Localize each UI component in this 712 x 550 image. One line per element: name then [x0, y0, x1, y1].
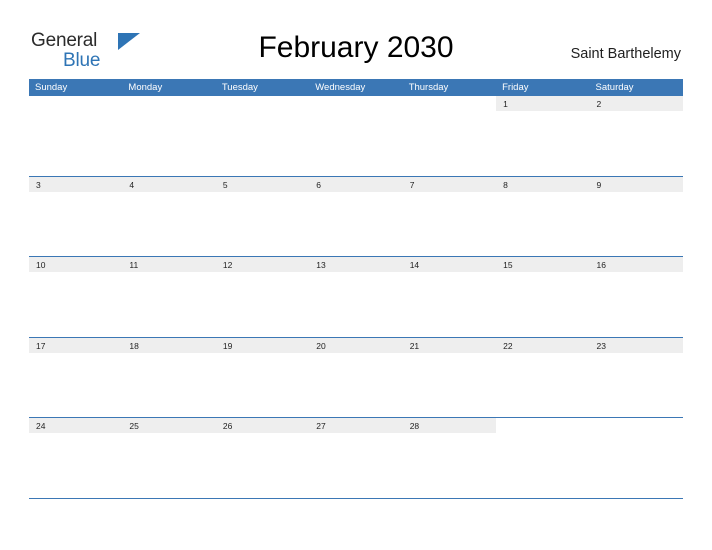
calendar-day-cell[interactable]: 12: [215, 257, 310, 337]
day-band: [309, 96, 402, 111]
calendar-day-cell[interactable]: [309, 96, 402, 176]
day-of-week-saturday: Saturday: [595, 82, 634, 93]
calendar-day-cell[interactable]: 11: [122, 257, 216, 337]
day-number: 28: [409, 421, 420, 431]
page-header: General Blue February 2030 Saint Barthel…: [0, 0, 712, 78]
day-band: [122, 96, 215, 111]
calendar-day-cell[interactable]: 21: [402, 337, 497, 418]
day-number: 1: [503, 99, 508, 109]
calendar-day-cell[interactable]: 2: [589, 96, 683, 176]
calendar-day-cell[interactable]: 26: [215, 418, 310, 498]
calendar-day-cell[interactable]: 17: [29, 337, 123, 418]
day-of-week-wednesday: Wednesday: [315, 82, 366, 93]
calendar-day-cell[interactable]: 1: [496, 96, 590, 176]
day-number: 16: [596, 260, 606, 270]
calendar-grid: Sunday Monday Tuesday Wednesday Thursday…: [29, 79, 683, 499]
calendar-day-cell[interactable]: 19: [215, 337, 310, 418]
calendar-day-cell[interactable]: 7: [402, 176, 497, 257]
calendar-day-cell[interactable]: 14: [402, 257, 497, 337]
day-band: [215, 176, 310, 192]
day-band: [590, 418, 683, 433]
calendar-day-cell[interactable]: 6: [309, 176, 403, 257]
day-band: [496, 176, 590, 192]
day-of-week-header-row: Sunday Monday Tuesday Wednesday Thursday…: [29, 79, 683, 96]
day-band: [29, 96, 122, 111]
calendar-day-cell[interactable]: [403, 96, 496, 176]
calendar-week-row: 3 4 5 6 7 8 9: [29, 176, 683, 257]
day-of-week-tuesday: Tuesday: [221, 82, 258, 93]
day-number: 15: [503, 260, 513, 270]
calendar-day-cell[interactable]: 16: [589, 257, 683, 337]
calendar-day-cell[interactable]: 18: [122, 337, 216, 418]
day-number: 12: [222, 260, 233, 270]
day-number: 9: [596, 179, 602, 190]
day-of-week-sunday: Sunday: [35, 82, 68, 93]
calendar-day-cell[interactable]: 27: [309, 418, 403, 498]
day-number: 24: [36, 421, 46, 431]
calendar-day-cell[interactable]: 22: [496, 337, 590, 418]
day-number: 20: [316, 340, 326, 351]
day-band: [309, 176, 403, 192]
day-band: [589, 176, 683, 192]
day-number: 13: [316, 260, 326, 270]
calendar-day-cell[interactable]: 4: [122, 176, 216, 257]
day-band: [216, 96, 309, 111]
calendar-week-row: 24 25 26 27 28: [29, 418, 683, 499]
calendar-day-cell[interactable]: [29, 96, 122, 176]
day-number: 22: [503, 340, 513, 351]
day-band: [496, 96, 590, 111]
calendar-day-cell[interactable]: 13: [309, 257, 403, 337]
calendar-day-cell[interactable]: [590, 418, 683, 498]
calendar-day-cell[interactable]: 10: [29, 257, 123, 337]
day-of-week-monday: Monday: [128, 82, 163, 93]
day-number: 10: [36, 260, 46, 270]
day-number: 27: [316, 421, 326, 431]
day-number: 4: [129, 179, 135, 190]
day-number: 23: [596, 340, 606, 351]
calendar-day-cell[interactable]: 23: [589, 337, 683, 418]
calendar-day-cell[interactable]: 25: [122, 418, 216, 498]
day-band: [122, 176, 216, 192]
day-number: 14: [409, 260, 420, 270]
calendar-day-cell[interactable]: 9: [589, 176, 683, 257]
calendar-day-cell[interactable]: 28: [402, 418, 497, 498]
day-band: [402, 176, 497, 192]
day-band: [589, 96, 683, 111]
calendar-week-row: 17 18 19 20 21 22 23: [29, 337, 683, 418]
calendar-day-cell[interactable]: 20: [309, 337, 403, 418]
calendar-day-cell[interactable]: 15: [496, 257, 590, 337]
day-number: 21: [409, 340, 420, 351]
day-number: 7: [409, 179, 415, 190]
day-number: 17: [36, 340, 46, 351]
calendar-week-row: 1 2: [29, 96, 683, 177]
calendar-day-cell[interactable]: [122, 96, 215, 176]
page-subtitle: Saint Barthelemy: [570, 46, 681, 62]
calendar-day-cell[interactable]: 5: [215, 176, 310, 257]
day-number: 6: [316, 179, 321, 190]
day-number: 26: [222, 421, 233, 431]
day-number: 3: [36, 179, 41, 190]
calendar-day-cell[interactable]: 24: [29, 418, 123, 498]
calendar-day-cell[interactable]: [216, 96, 309, 176]
calendar-day-cell[interactable]: 3: [29, 176, 123, 257]
day-band: [496, 418, 589, 433]
day-number: 5: [222, 179, 228, 190]
calendar-page: General Blue February 2030 Saint Barthel…: [0, 0, 712, 550]
day-band: [29, 176, 123, 192]
day-number: 8: [503, 179, 508, 190]
day-band: [403, 96, 496, 111]
calendar-day-cell[interactable]: [496, 418, 589, 498]
calendar-week-row: 10 11 12 13 14 15 16: [29, 257, 683, 338]
calendar-day-cell[interactable]: 8: [496, 176, 590, 257]
day-number: 18: [129, 340, 139, 351]
day-of-week-thursday: Thursday: [408, 82, 449, 93]
day-number: 2: [596, 99, 602, 109]
day-number: 25: [129, 421, 139, 431]
day-of-week-friday: Friday: [502, 82, 529, 93]
day-number: 19: [222, 340, 233, 351]
day-number: 11: [129, 260, 139, 270]
